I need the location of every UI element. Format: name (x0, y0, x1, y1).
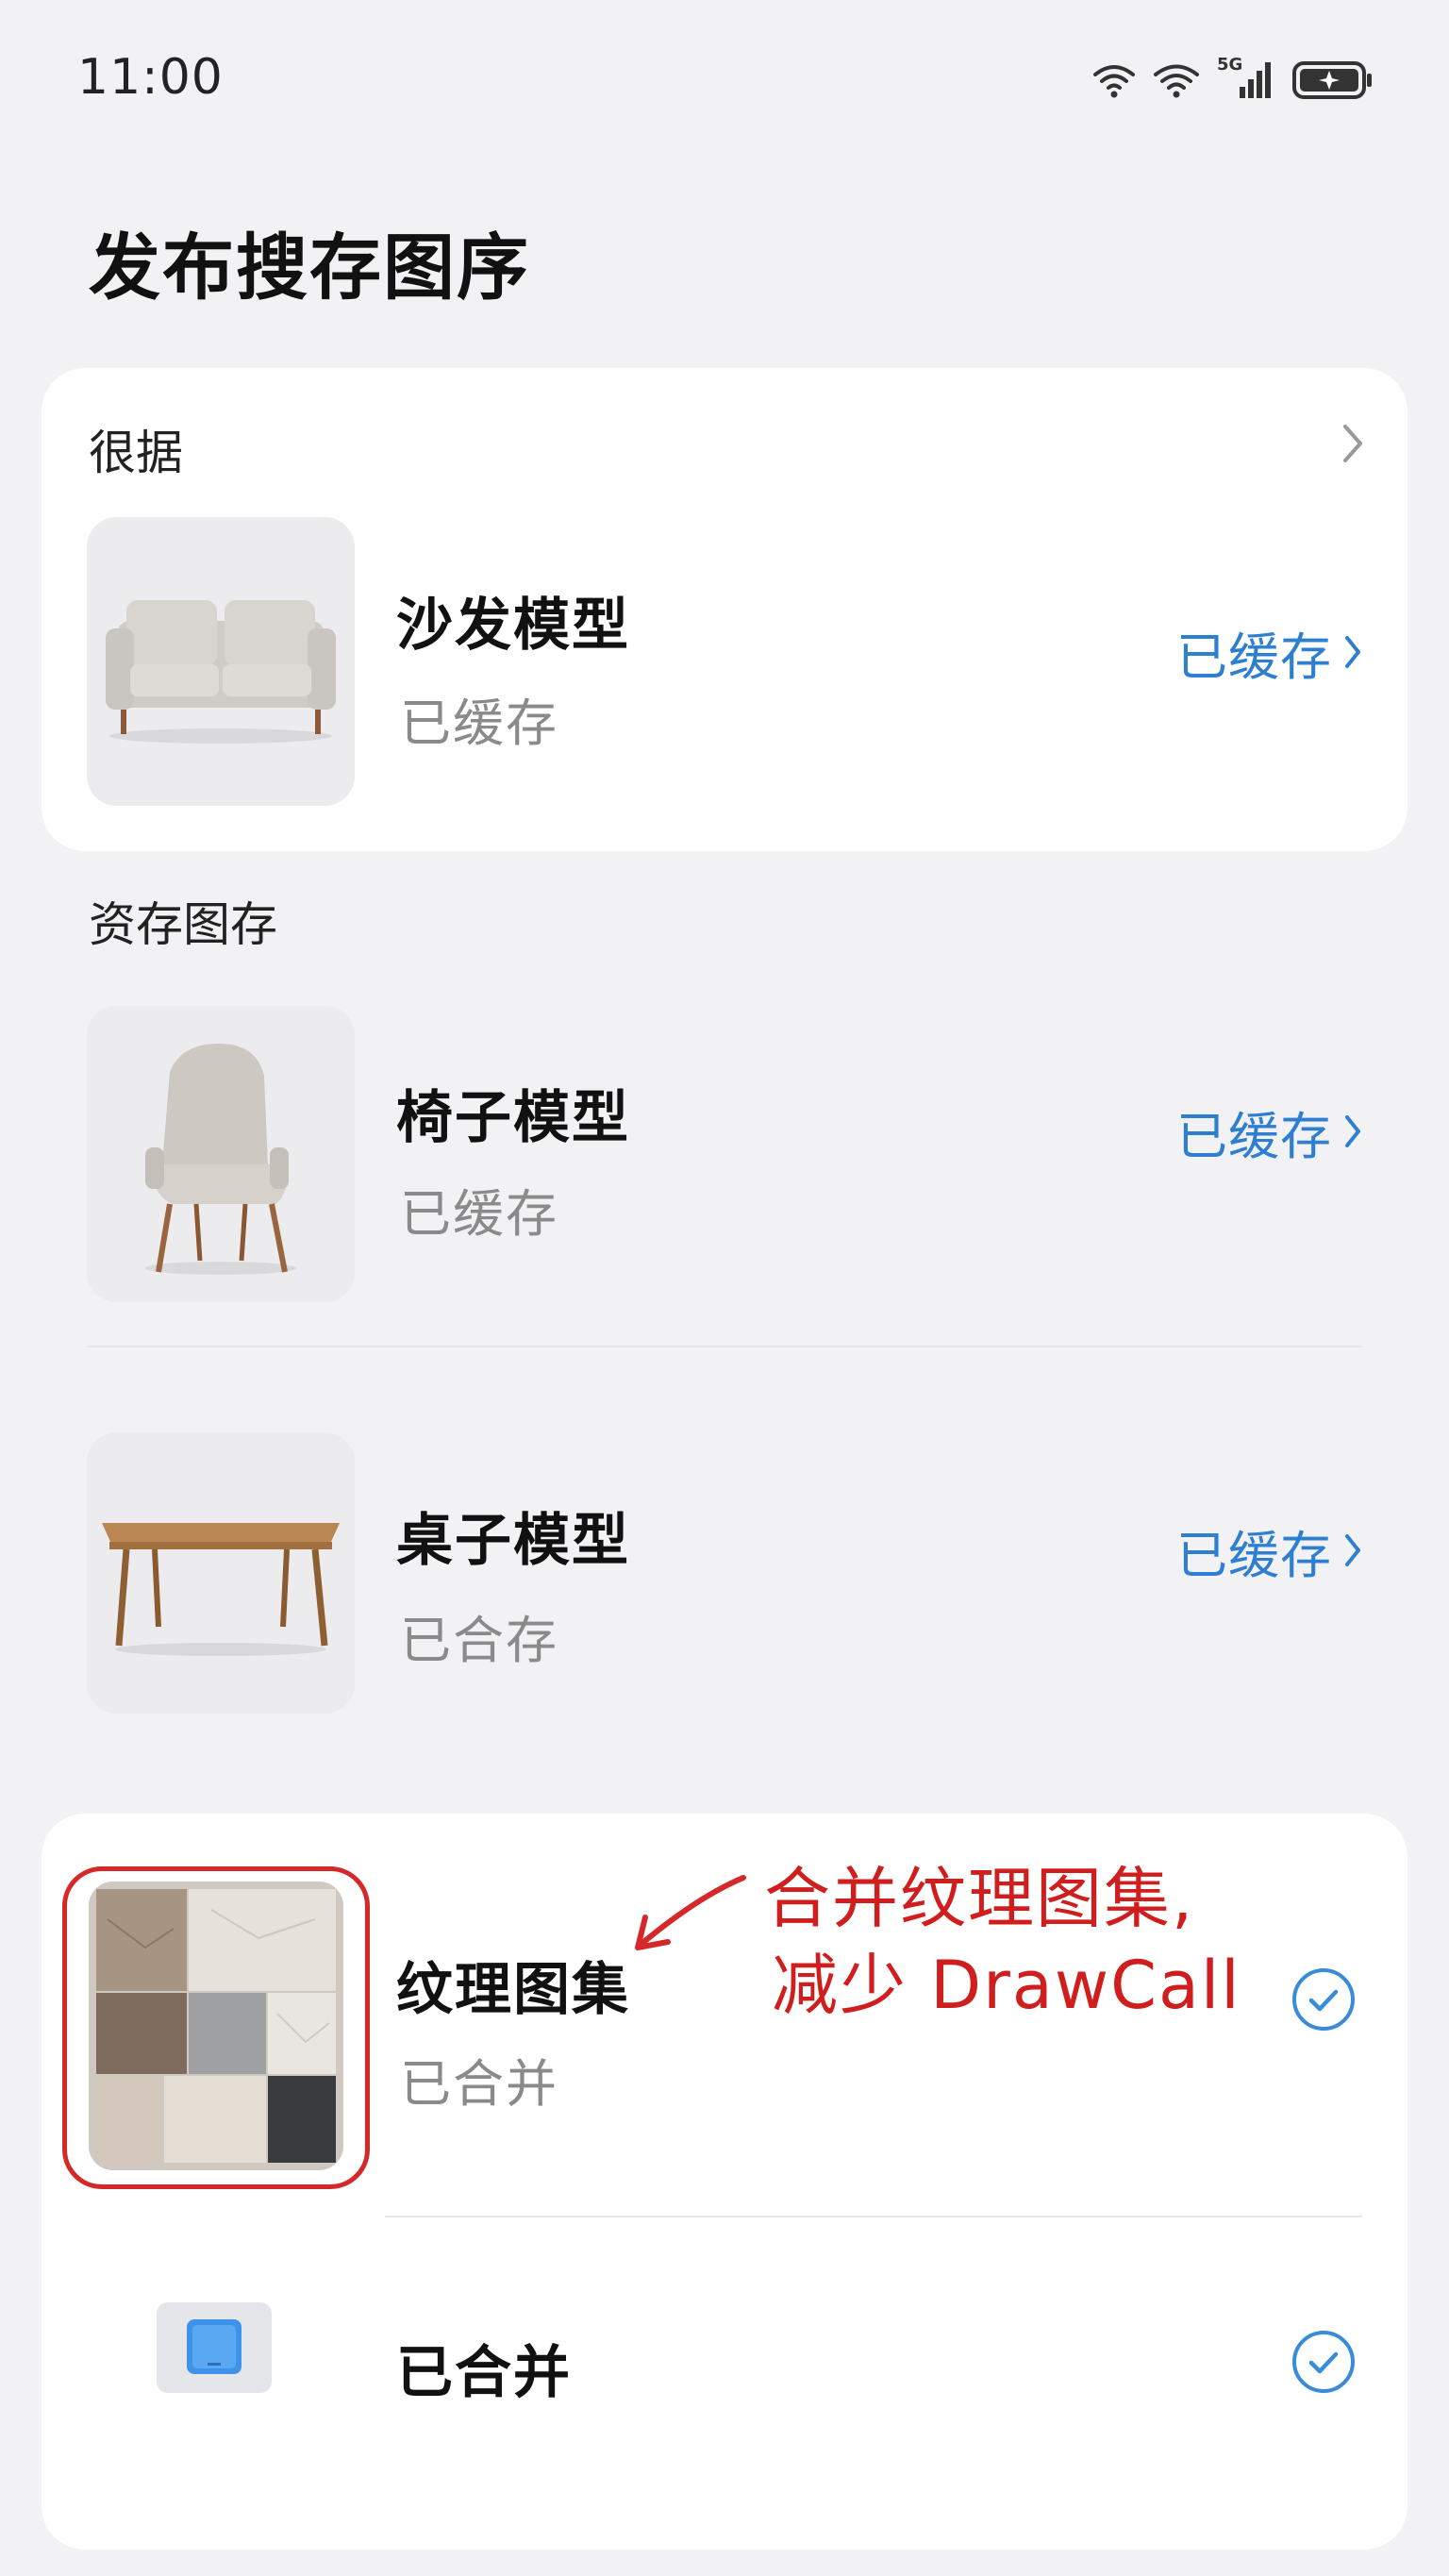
chevron-right-icon (1343, 623, 1362, 682)
status-bar: 11:00 5G (0, 0, 1449, 160)
table-thumbnail (87, 1432, 355, 1714)
section-a-chevron-icon[interactable] (1341, 423, 1364, 468)
status-time: 11:00 (77, 49, 224, 106)
chair-cached-label: 已缓存 (1176, 1107, 1332, 1166)
table-cached-label: 已缓存 (1176, 1526, 1332, 1585)
chair-model-status: 已缓存 (400, 1184, 558, 1244)
table-model-status: 已合存 (400, 1611, 558, 1670)
table-cached-button[interactable]: 已缓存 (1176, 1514, 1362, 1588)
merged-check-icon[interactable] (1291, 2329, 1357, 2399)
texture-atlas-highlight-ring (62, 1866, 370, 2189)
blue-square-icon (155, 2300, 274, 2399)
sofa-thumbnail (87, 517, 355, 806)
wifi-secondary-icon (1153, 61, 1200, 99)
battery-charging-icon (1292, 59, 1374, 101)
chair-cached-button[interactable]: 已缓存 (1176, 1095, 1362, 1169)
annotation-line2: 减少 DrawCall (772, 1947, 1241, 2024)
section-b-label: 资存图存 (89, 897, 277, 952)
sofa-model-status: 已缓存 (400, 694, 558, 753)
chair-model-title: 椅子模型 (396, 1085, 630, 1151)
status-icons: 5G (1092, 55, 1374, 104)
annotation-line1: 合并纹理图集, (764, 1860, 1195, 1937)
section-a-label: 很据 (89, 426, 183, 480)
table-model-title: 桌子模型 (396, 1508, 630, 1574)
annotation-arrow-icon (623, 1868, 755, 1966)
chevron-right-icon (1343, 1521, 1362, 1581)
sofa-cached-button[interactable]: 已缓存 (1176, 615, 1362, 690)
merged-item-title: 已合并 (396, 2340, 572, 2406)
page-title: 发布搜存图序 (89, 226, 530, 309)
chevron-right-icon (1343, 1102, 1362, 1162)
divider (385, 2216, 1362, 2217)
divider (87, 1346, 1362, 1347)
wifi-icon (1092, 61, 1136, 99)
texture-atlas-title: 纹理图集 (396, 1957, 630, 2023)
sofa-cached-label: 已缓存 (1176, 627, 1332, 687)
sofa-model-title: 沙发模型 (396, 593, 630, 659)
texture-atlas-status: 已合并 (400, 2054, 558, 2114)
cellular-signal-icon: 5G (1217, 55, 1275, 102)
texture-atlas-check-icon[interactable] (1291, 1966, 1357, 2036)
chair-thumbnail (87, 1006, 355, 1302)
